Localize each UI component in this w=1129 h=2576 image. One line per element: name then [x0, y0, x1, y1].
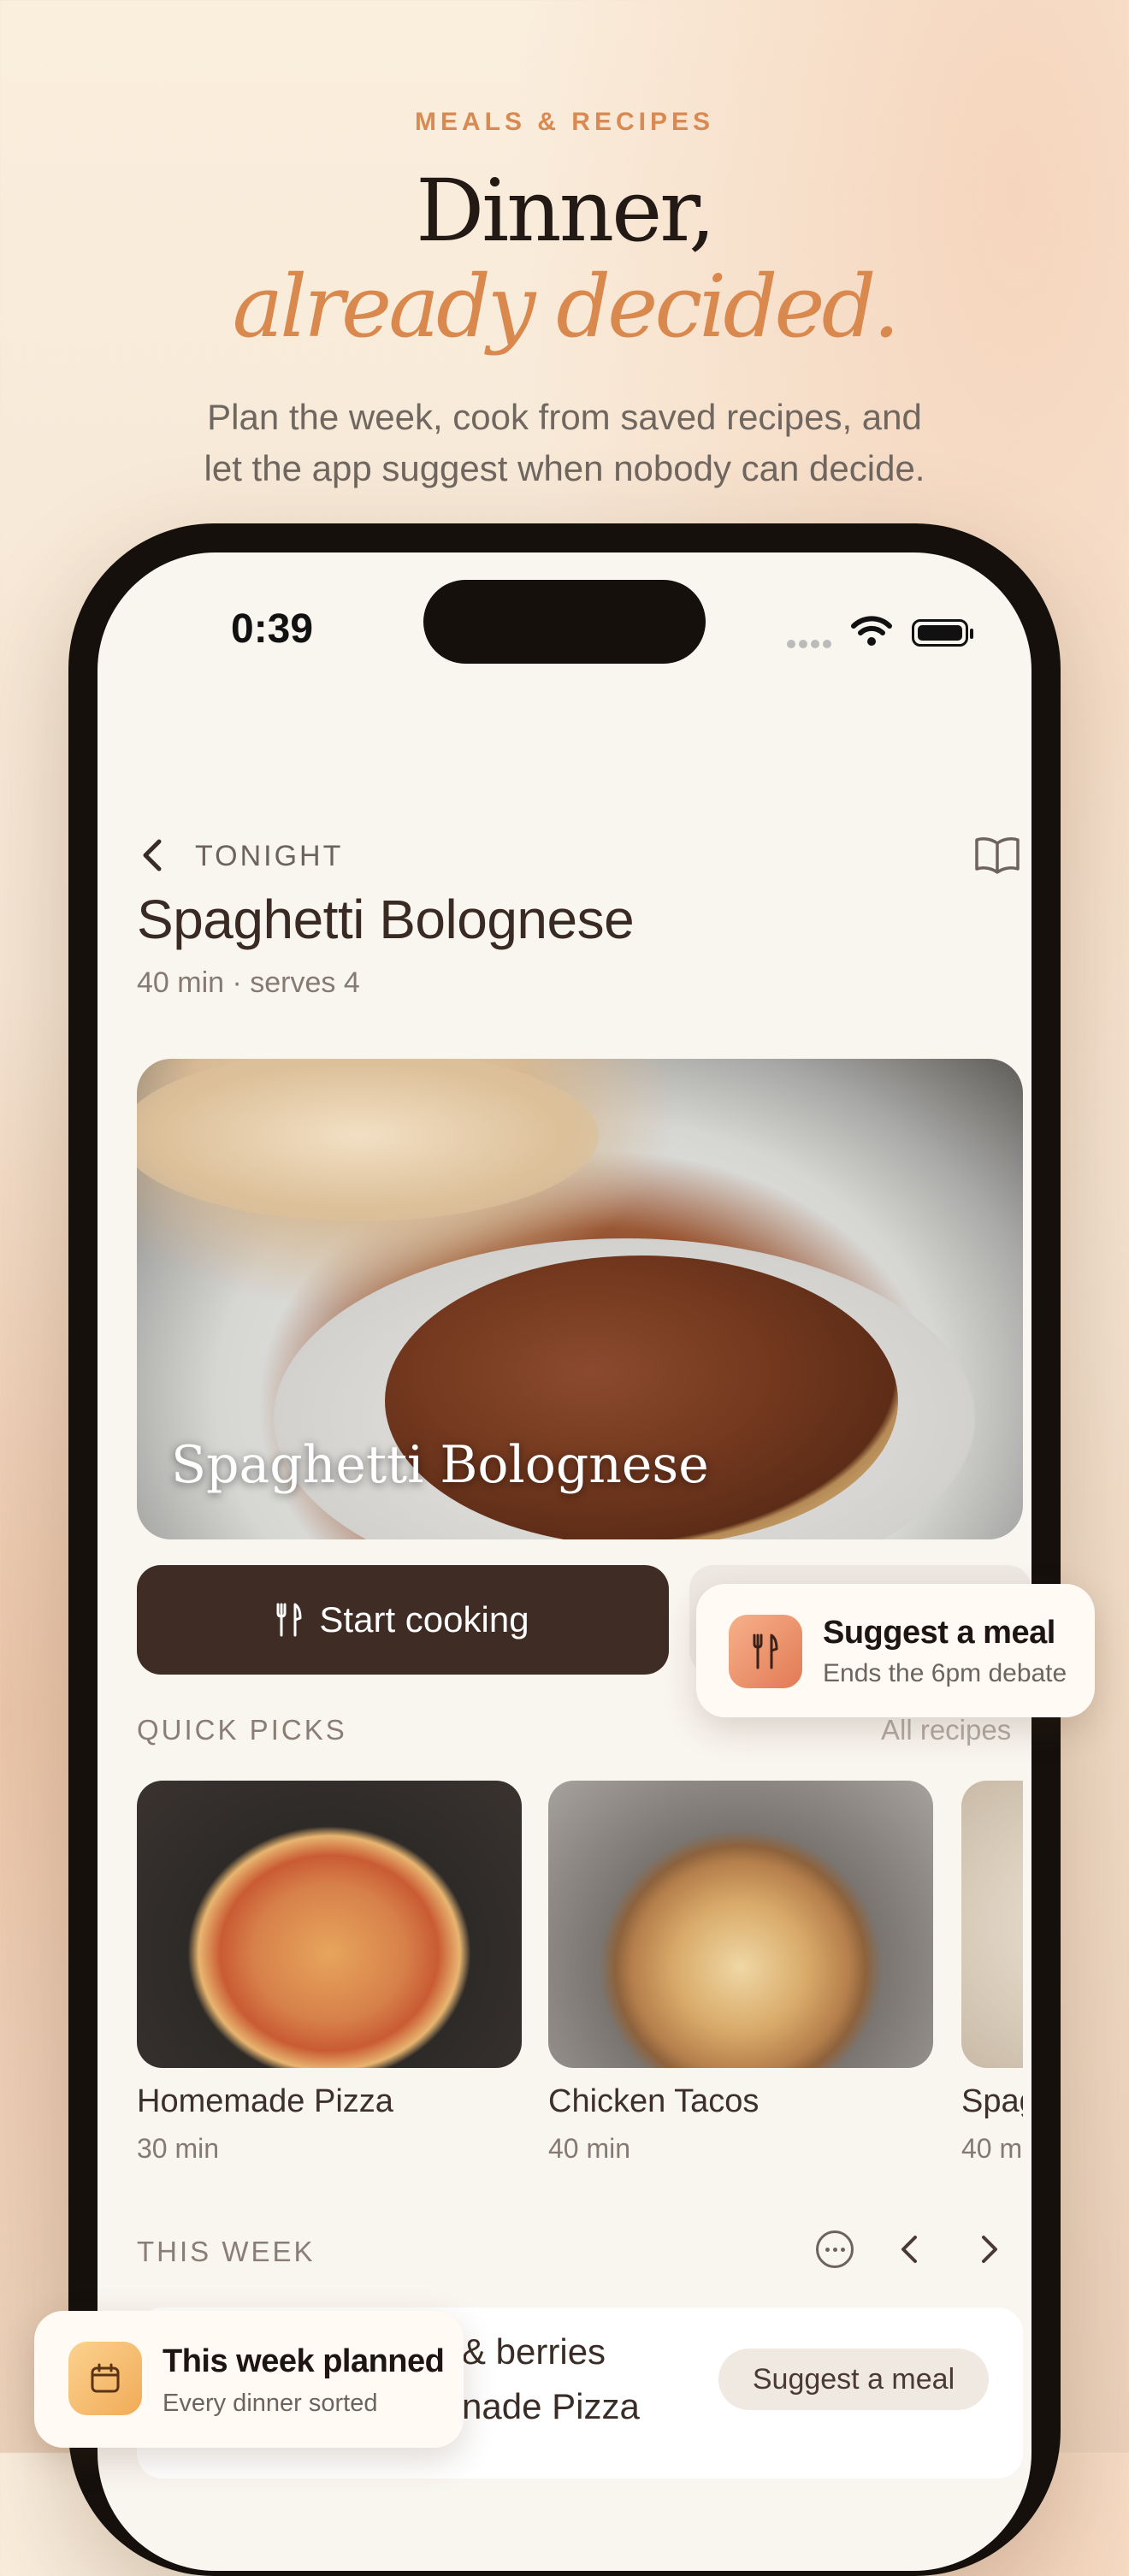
- hero-headline-accent: already decided.: [232, 257, 901, 357]
- wifi-icon: [851, 616, 892, 646]
- all-recipes-link[interactable]: All recipes: [881, 1714, 1011, 1746]
- pasta-shape: [385, 1256, 898, 1539]
- back-chevron-icon[interactable]: [137, 836, 171, 874]
- tonight-label: TONIGHT: [195, 840, 344, 872]
- quick-pick-name: Chicken Tacos: [548, 2083, 760, 2119]
- pizza-image: [137, 1781, 522, 2068]
- suggest-meal-subtitle: Ends the 6pm debate: [823, 1659, 1067, 1687]
- this-week-heading: THIS WEEK: [137, 2236, 316, 2267]
- quick-pick-name: Homemade Pizza: [137, 2083, 393, 2119]
- quick-pick-card[interactable]: Chicken Tacos 40 min: [548, 1781, 933, 2164]
- quick-pick-card[interactable]: Homemade Pizza 30 min: [137, 1781, 522, 2164]
- quick-pick-duration: 30 min: [137, 2133, 220, 2164]
- cutlery-icon: [753, 1634, 778, 1669]
- quick-pick-duration: 40 m: [961, 2133, 1023, 2164]
- quick-picks-heading: QUICK PICKS: [137, 1714, 347, 1746]
- quick-pick-card[interactable]: Spag 40 m: [961, 1781, 1023, 2183]
- chevron-right-icon[interactable]: [973, 2232, 1004, 2266]
- week-planned-toast[interactable]: This week planned Every dinner sorted: [34, 2311, 464, 2448]
- hero-image-caption: Spaghetti Bolognese: [171, 1435, 709, 1495]
- week-plan-item: nade Pizza: [462, 2386, 640, 2426]
- cutlery-icon: [276, 1603, 302, 1637]
- quick-pick-name: Spag: [961, 2083, 1023, 2119]
- hero-subtitle-line-1: Plan the week, cook from saved recipes, …: [207, 397, 922, 437]
- start-cooking-button[interactable]: Start cooking: [137, 1565, 669, 1675]
- hero-subtitle-line-2: let the app suggest when nobody can deci…: [204, 448, 925, 488]
- suggest-meal-title: Suggest a meal: [823, 1615, 1055, 1651]
- pasta-thumb-image: [961, 1781, 1023, 2068]
- dynamic-island: [423, 580, 706, 664]
- hero-subtitle: Plan the week, cook from saved recipes, …: [0, 392, 1129, 494]
- recipe-book-icon[interactable]: [973, 836, 1021, 874]
- tacos-image: [548, 1781, 933, 2068]
- week-planned-title: This week planned: [163, 2343, 445, 2379]
- recipe-meta: 40 min · serves 4: [137, 966, 360, 999]
- hero-headline: Dinner,: [416, 161, 716, 261]
- phone-frame: [68, 523, 1061, 2576]
- recipe-hero-image[interactable]: Spaghetti Bolognese: [137, 1059, 1023, 1539]
- chevron-left-icon[interactable]: [895, 2232, 925, 2266]
- calendar-icon: [68, 2342, 142, 2415]
- status-time: 0:39: [231, 606, 314, 652]
- suggest-meal-button[interactable]: Suggest a meal: [718, 2349, 989, 2410]
- bread-shape: [137, 1059, 599, 1221]
- week-planned-subtitle: Every dinner sorted: [163, 2390, 378, 2417]
- more-options-icon[interactable]: [816, 2230, 854, 2268]
- suggest-meal-toast[interactable]: Suggest a meal Ends the 6pm debate: [696, 1584, 1095, 1717]
- battery-icon: [912, 619, 973, 647]
- start-cooking-label: Start cooking: [319, 1599, 529, 1640]
- hero-eyebrow: MEALS & RECIPES: [414, 108, 715, 136]
- quick-pick-duration: 40 min: [548, 2133, 631, 2164]
- signal-dots-icon: [787, 637, 838, 648]
- week-plan-item: & berries: [462, 2331, 606, 2372]
- suggest-meal-icon: [729, 1615, 802, 1688]
- recipe-title: Spaghetti Bolognese: [137, 889, 635, 950]
